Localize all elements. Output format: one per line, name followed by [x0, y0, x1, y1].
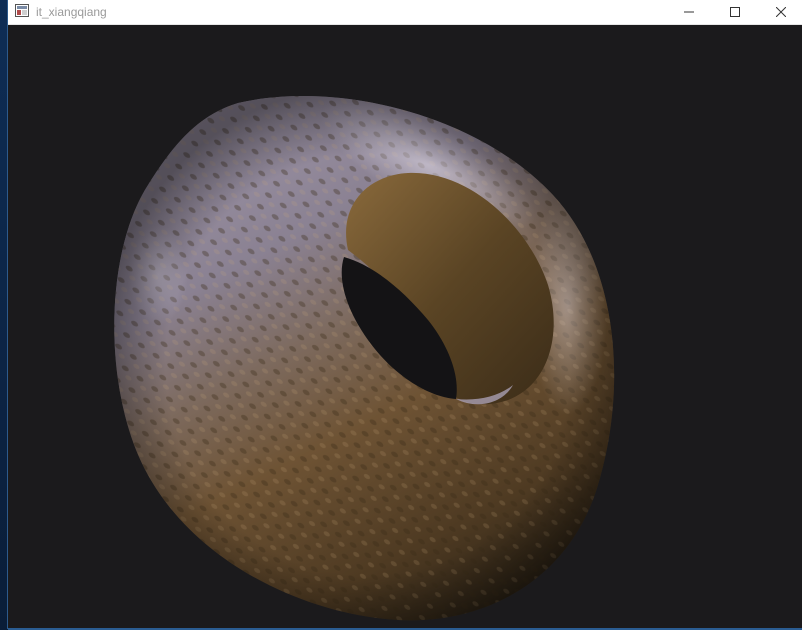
render-viewport[interactable]: [8, 25, 802, 628]
close-icon: [776, 7, 786, 17]
application-window: it_xiangqiang: [8, 0, 802, 628]
app-window-icon: [15, 4, 29, 17]
torus-render: [114, 96, 615, 621]
title-bar[interactable]: it_xiangqiang: [8, 0, 802, 25]
maximize-icon: [730, 7, 740, 17]
close-button[interactable]: [758, 0, 802, 24]
desktop-background: [0, 0, 8, 630]
minimize-button[interactable]: [666, 0, 712, 24]
maximize-button[interactable]: [712, 0, 758, 24]
window-title: it_xiangqiang: [36, 5, 107, 19]
minimize-icon: [684, 7, 694, 17]
